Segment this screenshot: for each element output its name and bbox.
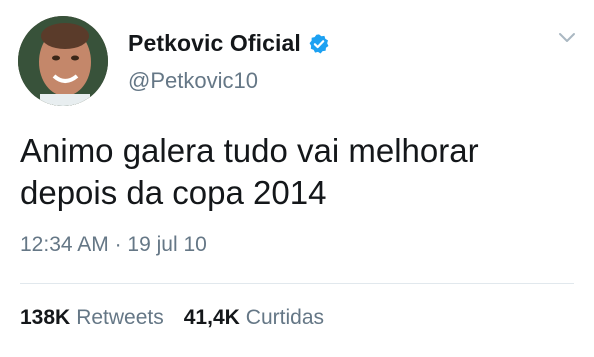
tweet-text-line: depois da copa 2014 xyxy=(20,174,327,211)
tweet-stats: 138K Retweets 41,4K Curtidas xyxy=(20,306,324,330)
retweets-stat[interactable]: 138K Retweets xyxy=(20,306,164,330)
tweet-text-line: Animo galera tudo vai melhorar xyxy=(20,132,479,169)
avatar-image xyxy=(18,16,108,106)
tweet-time: 12:34 AM xyxy=(20,233,109,256)
name-row: Petkovic Oficial xyxy=(128,30,330,57)
retweets-label: Retweets xyxy=(76,306,164,329)
tweet-text: Animo galera tudo vai melhorar depois da… xyxy=(20,130,580,214)
tweet-card: Petkovic Oficial @Petkovic10 Animo galer… xyxy=(0,0,594,357)
likes-stat[interactable]: 41,4K Curtidas xyxy=(184,306,324,330)
meta-separator: · xyxy=(114,233,122,256)
verified-badge-icon xyxy=(308,33,330,55)
tweet-timestamp[interactable]: 12:34 AM · 19 jul 10 xyxy=(20,233,207,257)
tweet-date: 19 jul 10 xyxy=(127,233,207,256)
divider xyxy=(20,283,574,284)
likes-count: 41,4K xyxy=(183,306,240,329)
avatar[interactable] xyxy=(18,16,108,106)
user-handle[interactable]: @Petkovic10 xyxy=(128,68,258,94)
likes-label: Curtidas xyxy=(245,306,324,329)
display-name[interactable]: Petkovic Oficial xyxy=(128,30,301,57)
retweets-count: 138K xyxy=(20,306,71,329)
chevron-down-icon[interactable] xyxy=(558,32,576,44)
